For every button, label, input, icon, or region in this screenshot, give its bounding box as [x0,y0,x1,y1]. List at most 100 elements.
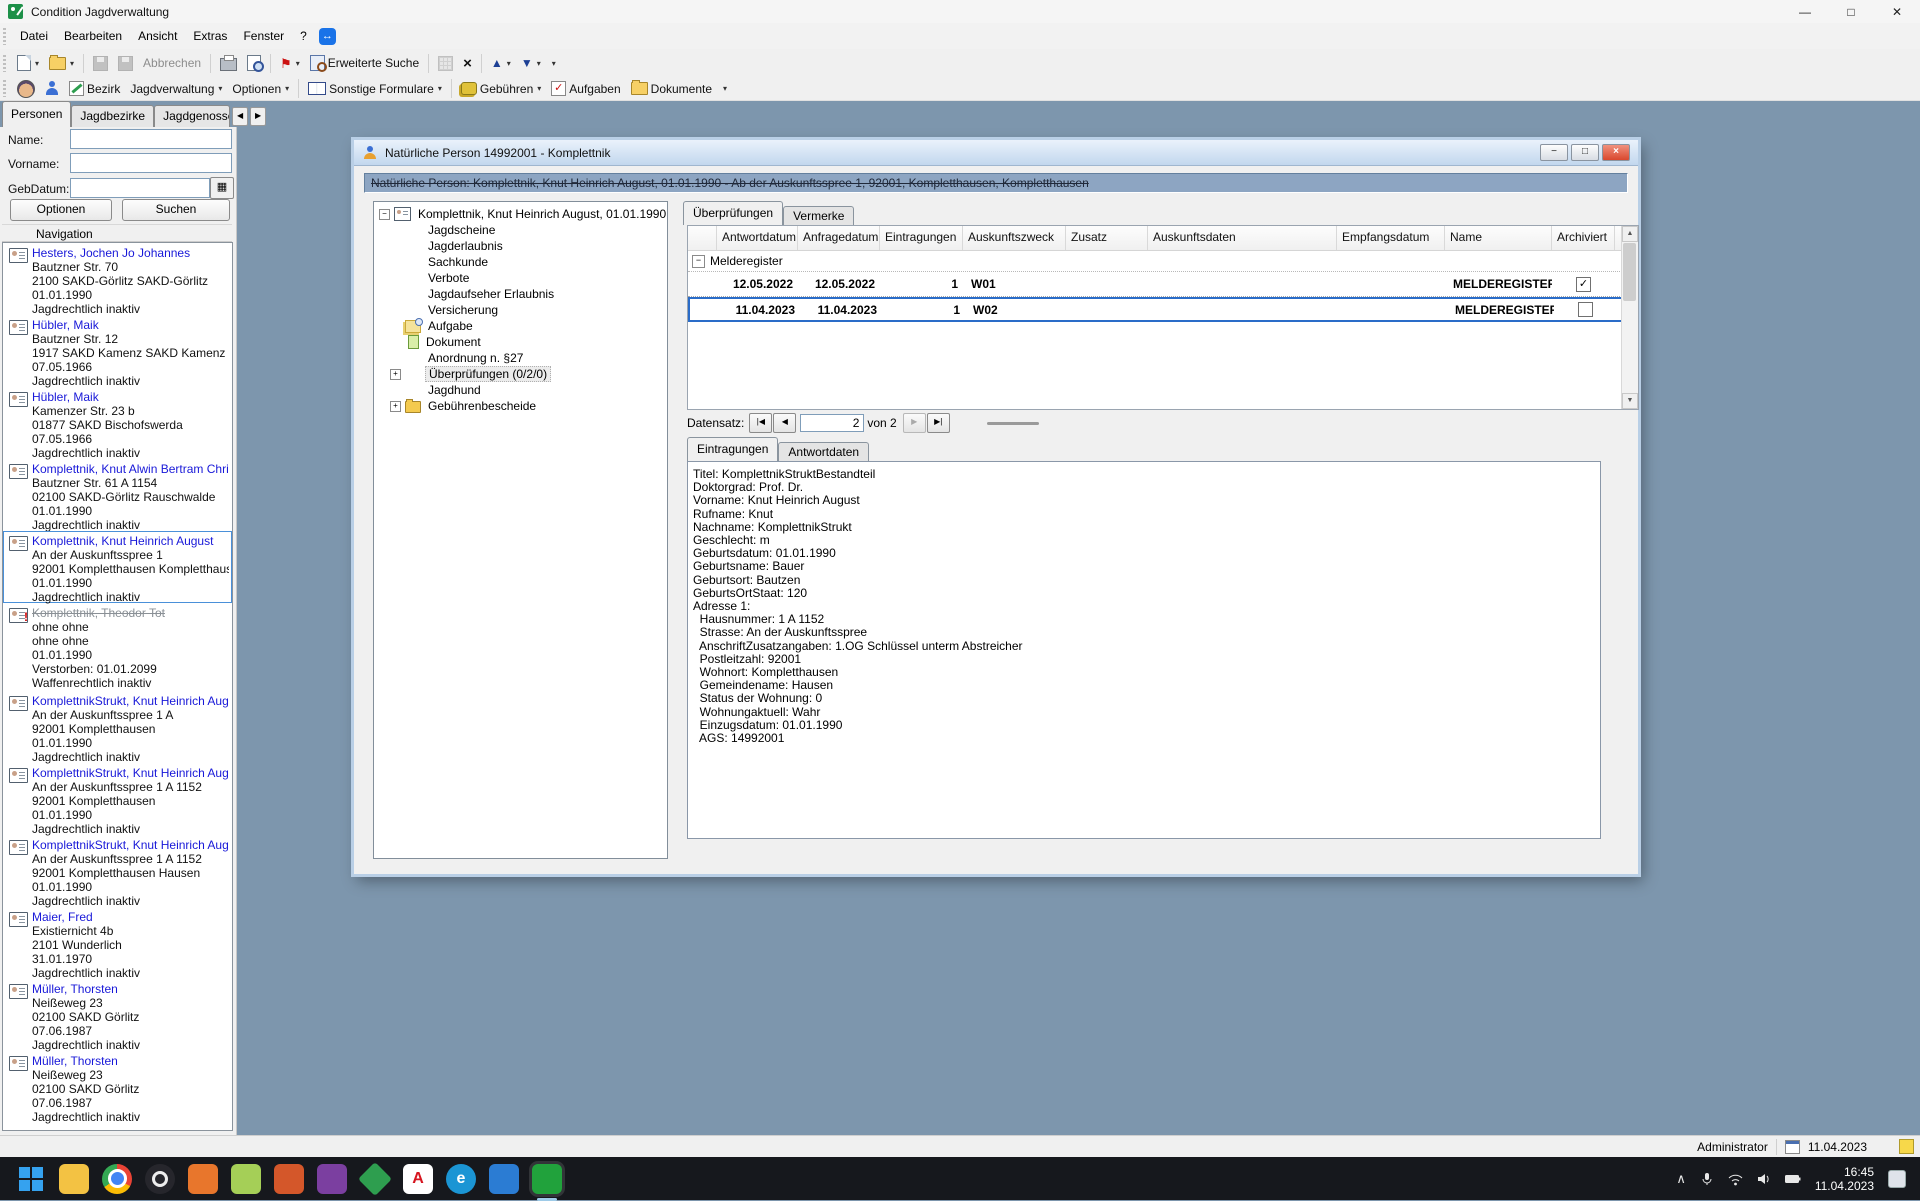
taskbar-app-icon[interactable] [358,1162,392,1196]
properties-button[interactable] [434,53,457,74]
tab-jagdbezirke[interactable]: Jagdbezirke [71,105,154,127]
tab-eintragungen[interactable]: Eintragungen [687,437,778,461]
save-all-button[interactable] [114,53,137,74]
tab-ueberpruefungen[interactable]: Überprüfungen [683,201,783,225]
tree-item[interactable]: Jagderlaubnis [374,238,667,254]
minimize-button[interactable]: — [1782,0,1828,23]
record-position-input[interactable]: 2 [800,414,864,432]
taskbar-app-icon[interactable]: e [446,1164,476,1194]
previous-record-button[interactable]: ◀ [773,413,796,433]
taskbar-app-icon[interactable] [274,1164,304,1194]
tree-expand-icon[interactable]: + [390,369,401,380]
gebdatum-input[interactable] [70,178,210,198]
microphone-icon[interactable] [1700,1172,1714,1186]
person-list-item[interactable]: ! KomplettnikStrukt, Knut Heinrich Augu … [3,763,232,835]
person-list-item[interactable]: ! Hübler, Maik Kamenzer Str. 23 b01877 S… [3,387,232,459]
tab-jagdgenossen[interactable]: Jagdgenossen [154,105,230,127]
person-list-item[interactable]: ! Komplettnik, Knut Alwin Bertram Christ… [3,459,232,531]
erweiterte-suche-button[interactable]: Erweiterte Suche [306,52,423,74]
menu-item[interactable]: Ansicht [130,23,185,49]
table-group-row[interactable]: − Melderegister [688,251,1638,272]
menu-item[interactable]: ? [292,23,315,49]
archiviert-checkbox[interactable] [1576,277,1591,292]
delete-button[interactable]: × [459,53,476,74]
tree-root-item[interactable]: − Komplettnik, Knut Heinrich August, 01.… [374,206,667,222]
column-zusatz[interactable]: Zusatz [1066,226,1148,250]
tree-item[interactable]: Verbote [374,270,667,286]
tab-scroll-right-button[interactable]: ▶ [250,107,266,126]
person-list-item[interactable]: ! Hübler, Maik Bautzner Str. 121917 SAKD… [3,315,232,387]
battery-icon[interactable] [1785,1173,1801,1185]
status-note-icon[interactable] [1899,1139,1914,1154]
person-list-item[interactable]: ! KomplettnikStrukt, Knut Heinrich Augu … [3,835,232,907]
sonstige-formulare-button[interactable]: Sonstige Formulare▾ [304,79,446,99]
optionen-button[interactable]: Optionen [10,199,112,221]
column-blank[interactable] [688,226,717,250]
group-collapse-icon[interactable]: − [692,255,705,268]
optionen-menu-button[interactable]: Optionen▾ [228,79,293,99]
record-slider[interactable] [987,422,1039,425]
close-button[interactable]: ✕ [1874,0,1920,23]
open-button[interactable]: ▾ [45,54,78,73]
tree-item[interactable]: Versicherung [374,302,667,318]
tab-scroll-left-button[interactable]: ◀ [232,107,248,126]
taskbar-app-icon[interactable] [59,1164,89,1194]
tree-item[interactable]: Jagdscheine [374,222,667,238]
tree-collapse-icon[interactable]: − [379,209,390,220]
child-close-button[interactable]: × [1602,144,1630,161]
taskbar-app-icon[interactable] [16,1164,46,1194]
tree-item[interactable]: Anordnung n. §27 [374,350,667,366]
table-row[interactable]: 12.05.2022 12.05.2022 1 W01 MELDEREGISTE… [688,272,1638,297]
taskbar-app-icon[interactable] [102,1164,132,1194]
taskbar-app-icon[interactable] [145,1164,175,1194]
wifi-icon[interactable] [1728,1172,1743,1186]
person-list-item[interactable]: ! Müller, Thorsten Neißeweg 2302100 SAKD… [3,1051,232,1123]
next-record-button[interactable]: ▶ [903,413,926,433]
jagdverwaltung-menu-button[interactable]: Jagdverwaltung▾ [126,79,226,99]
menu-item[interactable]: Fenster [235,23,292,49]
tree-item[interactable]: + Gebührenbescheide [374,398,667,414]
move-up-button[interactable]: ▲▾ [487,54,515,72]
toolbar-grip[interactable] [3,28,6,45]
taskbar-app-icon[interactable]: A [403,1164,433,1194]
taskbar-app-icon[interactable] [489,1164,519,1194]
tree-item[interactable]: Jagdhund [374,382,667,398]
menu-item[interactable]: Datei [12,23,56,49]
person-button[interactable] [41,78,63,99]
aufgaben-button[interactable]: ✓Aufgaben [547,78,624,99]
person-list-item[interactable]: ! Hesters, Jochen Jo Johannes Bautzner S… [3,243,232,315]
save-button[interactable] [89,53,112,74]
person-search-button[interactable] [13,77,39,101]
column-antwortdatum[interactable]: Antwortdatum [717,226,798,250]
last-record-button[interactable]: ▶| [927,413,950,433]
toolbar-overflow-button[interactable]: ▾ [718,81,731,96]
table-row[interactable]: 11.04.2023 11.04.2023 1 W02 MELDEREGISTE… [688,297,1638,322]
vorname-input[interactable] [70,153,232,173]
column-auskunftszweck[interactable]: Auskunftszweck [963,226,1066,250]
table-scrollbar[interactable]: ▲ ▼ [1621,226,1638,409]
new-button[interactable]: ▾ [13,52,43,74]
person-window-titlebar[interactable]: Natürliche Person 14992001 - Komplettnik… [354,140,1638,166]
move-down-button[interactable]: ▼▾ [517,54,545,72]
abbrechen-button[interactable]: Abbrechen [139,53,205,73]
child-maximize-button[interactable]: □ [1571,144,1599,161]
column-empfangsdatum[interactable]: Empfangsdatum [1337,226,1445,250]
taskbar-app-icon[interactable] [317,1164,347,1194]
flag-button[interactable]: ⚑▾ [276,54,304,73]
entry-details-panel[interactable]: Titel: KomplettnikStruktBestandteilDokto… [687,461,1601,839]
tree-item[interactable]: Aufgabe [374,318,667,334]
column-name[interactable]: Name [1445,226,1552,250]
calendar-button[interactable]: ▦ [210,177,234,199]
column-auskunftsdaten[interactable]: Auskunftsdaten [1148,226,1337,250]
tree-item[interactable]: + Überprüfungen (0/2/0) [374,366,667,382]
tab-antwortdaten[interactable]: Antwortdaten [778,442,869,461]
archiviert-checkbox[interactable] [1578,302,1593,317]
menu-item[interactable]: Bearbeiten [56,23,130,49]
toolbar-overflow-button[interactable]: ▾ [547,56,560,71]
person-list-item[interactable]: ! Müller, Thorsten Neißeweg 2302100 SAKD… [3,979,232,1051]
tree-item[interactable]: Sachkunde [374,254,667,270]
toolbar-grip[interactable] [3,55,6,72]
column-archiviert[interactable]: Archiviert [1552,226,1615,250]
scrollbar-thumb[interactable] [1623,243,1636,301]
person-list-item[interactable]: ! Maier, Fred Existiernicht 4b2101 Wunde… [3,907,232,979]
